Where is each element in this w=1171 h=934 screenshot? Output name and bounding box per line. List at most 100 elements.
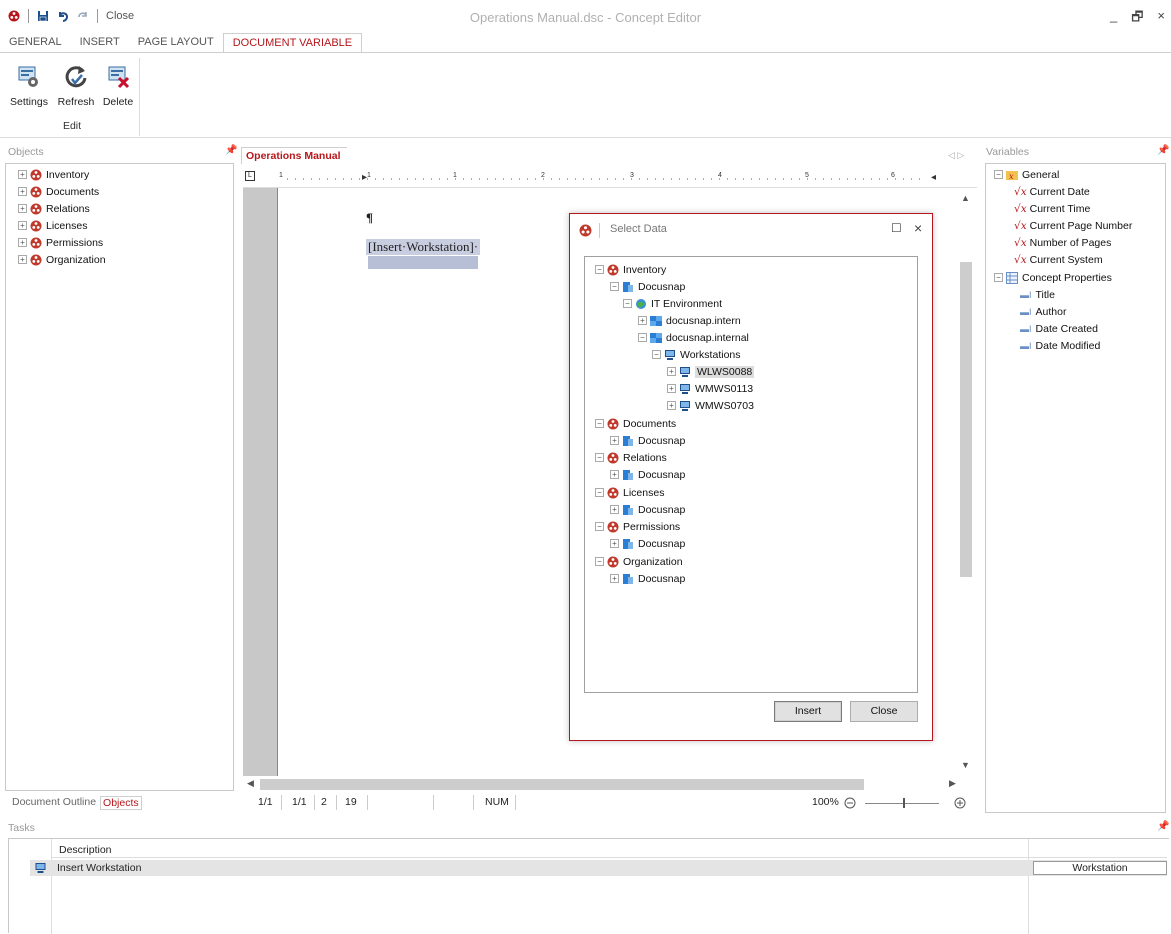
tree-item-docusnap[interactable]: + Docusnap — [610, 501, 685, 518]
property-author[interactable]: ▬I Author — [1020, 303, 1066, 320]
scroll-left-icon[interactable]: ◀ — [247, 778, 254, 789]
expand-icon[interactable]: + — [18, 221, 27, 230]
tree-item-docusnap-intern[interactable]: + docusnap.intern — [638, 312, 741, 329]
right-indent-marker[interactable]: ◂ — [931, 172, 936, 183]
variable-number-of-pages[interactable]: √x Number of Pages — [1014, 234, 1111, 251]
insert-workstation-field[interactable]: [Insert·Workstation]· — [366, 239, 481, 255]
expand-icon[interactable]: + — [667, 401, 676, 410]
expand-icon[interactable]: + — [610, 574, 619, 583]
ruler[interactable]: 1 1 1 2 3 4 5 6 ▸ ◂ — [243, 166, 977, 188]
objects-item-organization[interactable]: + Organization — [18, 251, 106, 268]
zoom-slider-track[interactable] — [865, 803, 939, 804]
vertical-scroll-thumb[interactable] — [960, 262, 972, 577]
objects-item-licenses[interactable]: + Licenses — [18, 217, 87, 234]
description-column-header[interactable]: Description — [59, 844, 112, 856]
tree-item-wmws0113[interactable]: + WMWS0113 — [667, 380, 753, 397]
tree-item-docusnap[interactable]: + Docusnap — [610, 466, 685, 483]
zoom-slider-thumb[interactable] — [903, 798, 905, 808]
minimize-button[interactable]: _ — [1110, 8, 1117, 30]
tree-item-docusnap[interactable]: − Docusnap — [610, 278, 685, 295]
tab-scroll-arrows[interactable]: ◁ ▷ — [948, 150, 964, 161]
tab-document-variable[interactable]: DOCUMENT VARIABLE — [222, 33, 363, 53]
delete-button[interactable]: Delete — [100, 62, 136, 108]
tab-general[interactable]: GENERAL — [0, 33, 71, 53]
horizontal-scroll-thumb[interactable] — [260, 779, 864, 790]
tree-item-docusnap[interactable]: + Docusnap — [610, 570, 685, 587]
scroll-down-icon[interactable]: ▼ — [961, 760, 970, 770]
expand-icon[interactable]: + — [18, 170, 27, 179]
expand-icon[interactable]: + — [667, 384, 676, 393]
zoom-in-icon[interactable] — [954, 797, 966, 809]
scroll-right-icon[interactable]: ▶ — [949, 778, 956, 789]
tab-stop-selector[interactable]: L — [245, 171, 255, 181]
document-tab[interactable]: Operations Manual — [241, 147, 347, 164]
expand-icon[interactable]: + — [610, 470, 619, 479]
tab-page-layout[interactable]: PAGE LAYOUT — [129, 33, 223, 53]
left-indent-marker[interactable]: ▸ — [362, 172, 367, 183]
collapse-icon[interactable]: − — [994, 273, 1003, 282]
expand-icon[interactable]: + — [610, 505, 619, 514]
scroll-up-icon[interactable]: ▲ — [961, 193, 970, 203]
variable-current-page-number[interactable]: √x Current Page Number — [1014, 217, 1132, 234]
variables-group-general[interactable]: − x General — [994, 166, 1059, 183]
tree-item-wlws0088[interactable]: + WLWS0088 — [667, 363, 755, 380]
tab-document-outline[interactable]: Document Outline — [12, 796, 96, 810]
tree-item-inventory[interactable]: − Inventory — [595, 261, 666, 278]
tree-item-docusnap[interactable]: + Docusnap — [610, 432, 685, 449]
variables-group-concept-properties[interactable]: − Concept Properties — [994, 269, 1112, 286]
expand-icon[interactable]: + — [638, 316, 647, 325]
insert-button[interactable]: Insert — [774, 701, 842, 722]
refresh-button[interactable]: Refresh — [56, 62, 96, 108]
collapse-icon[interactable]: − — [994, 170, 1003, 179]
maximize-icon[interactable]: ☐ — [891, 221, 902, 235]
tree-item-documents[interactable]: − Documents — [595, 415, 676, 432]
collapse-icon[interactable]: − — [595, 522, 604, 531]
expand-icon[interactable]: + — [667, 367, 676, 376]
tree-item-docusnap[interactable]: + Docusnap — [610, 535, 685, 552]
variable-current-time[interactable]: √x Current Time — [1014, 200, 1090, 217]
collapse-icon[interactable]: − — [623, 299, 632, 308]
collapse-icon[interactable]: − — [595, 453, 604, 462]
tree-item-licenses[interactable]: − Licenses — [595, 484, 664, 501]
objects-item-inventory[interactable]: + Inventory — [18, 166, 89, 183]
objects-item-permissions[interactable]: + Permissions — [18, 234, 103, 251]
objects-item-documents[interactable]: + Documents — [18, 183, 99, 200]
tree-item-organization[interactable]: − Organization — [595, 553, 683, 570]
expand-icon[interactable]: + — [18, 255, 27, 264]
property-title[interactable]: ▬I Title — [1020, 286, 1055, 303]
expand-icon[interactable]: + — [18, 204, 27, 213]
tree-item-wmws0703[interactable]: + WMWS0703 — [667, 397, 754, 414]
dialog-close-icon[interactable]: × — [914, 220, 922, 236]
expand-icon[interactable]: + — [18, 187, 27, 196]
zoom-level[interactable]: 100% — [812, 796, 839, 808]
collapse-icon[interactable]: − — [610, 282, 619, 291]
data-tree[interactable]: − Inventory − Docusnap − IT Environment + do… — [584, 256, 918, 693]
tree-item-permissions[interactable]: − Permissions — [595, 518, 680, 535]
collapse-icon[interactable]: − — [638, 333, 647, 342]
expand-icon[interactable]: + — [610, 436, 619, 445]
tree-item-docusnap-internal[interactable]: − docusnap.internal — [638, 329, 749, 346]
collapse-icon[interactable]: − — [595, 265, 604, 274]
variable-current-system[interactable]: √x Current System — [1014, 251, 1103, 268]
objects-item-relations[interactable]: + Relations — [18, 200, 90, 217]
variable-current-date[interactable]: √x Current Date — [1014, 183, 1090, 200]
expand-icon[interactable]: + — [610, 539, 619, 548]
collapse-icon[interactable]: − — [595, 557, 604, 566]
variables-pin-icon[interactable]: 📌 — [1157, 145, 1169, 156]
property-date-created[interactable]: ▬I Date Created — [1020, 320, 1098, 337]
tab-insert[interactable]: INSERT — [71, 33, 129, 53]
tab-objects[interactable]: Objects — [100, 796, 142, 810]
objects-pin-icon[interactable]: 📌 — [225, 145, 237, 156]
tree-item-it-environment[interactable]: − IT Environment — [623, 295, 722, 312]
collapse-icon[interactable]: − — [595, 488, 604, 497]
close-button[interactable]: Close — [850, 701, 918, 722]
zoom-out-icon[interactable] — [844, 797, 856, 809]
task-row[interactable]: Insert Workstation — [30, 860, 1167, 876]
tree-item-workstations[interactable]: − Workstations — [652, 346, 741, 363]
settings-button[interactable]: Settings — [10, 62, 48, 108]
tasks-pin-icon[interactable]: 📌 — [1157, 821, 1169, 832]
close-window-button[interactable]: × — [1157, 8, 1165, 30]
property-date-modified[interactable]: ▬I Date Modified — [1020, 337, 1100, 354]
collapse-icon[interactable]: − — [652, 350, 661, 359]
expand-icon[interactable]: + — [18, 238, 27, 247]
